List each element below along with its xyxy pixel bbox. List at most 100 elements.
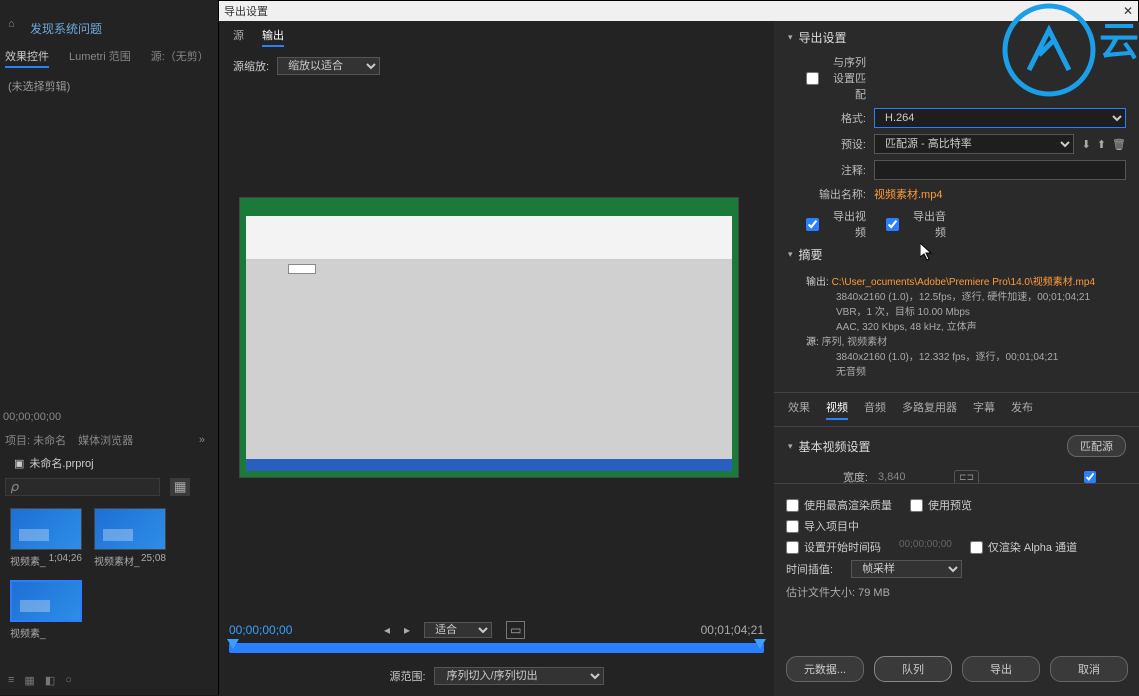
project-tab[interactable]: 项目: 未命名 (5, 432, 66, 448)
clip-duration: 25;08 (141, 553, 166, 568)
tab-output[interactable]: 输出 (262, 27, 284, 47)
media-browser-tab[interactable]: 媒体浏览器 (78, 432, 133, 448)
tab-source[interactable]: 源:（无剪） (151, 48, 209, 68)
delete-preset-icon[interactable]: 🗑 (1112, 138, 1126, 151)
icon-view-icon[interactable]: ▦ (24, 674, 34, 687)
timecode-duration: 00;01;04;21 (701, 623, 764, 637)
list-view-icon[interactable]: ≡ (8, 674, 14, 687)
scale-select[interactable]: 缩放以适合 (277, 57, 380, 75)
summary-header[interactable]: 摘要 (788, 246, 1126, 263)
comment-input[interactable] (874, 160, 1126, 180)
video-preview (239, 197, 739, 478)
tab-effect-controls[interactable]: 效果控件 (5, 48, 49, 68)
effect-tabs: 效果控件 Lumetri 范围 源:（无剪） (5, 48, 209, 68)
tab-multiplexer[interactable]: 多路复用器 (902, 399, 957, 420)
source-scaling-row: 源缩放: 缩放以适合 (219, 53, 774, 79)
new-bin-button[interactable]: ▦ (170, 478, 190, 496)
tab-video[interactable]: 视频 (826, 399, 848, 420)
excel-titlebar (246, 204, 732, 216)
max-quality-checkbox[interactable]: 使用最高渲染质量 (786, 497, 892, 513)
project-name: ▣ 未命名.prproj (14, 455, 94, 471)
settings-tabs: 效果 视频 音频 多路复用器 字幕 发布 (774, 392, 1139, 427)
export-audio-checkbox[interactable]: 导出音频 (886, 208, 946, 240)
project-tabs: 项目: 未命名 媒体浏览器 » (5, 432, 205, 448)
thumbnail-image (10, 508, 82, 550)
source-output-tabs: 源 输出 (219, 21, 774, 53)
preview-content (246, 204, 732, 471)
preset-select[interactable]: 匹配源 - 高比特率 (874, 134, 1074, 154)
preview-timeline[interactable] (229, 643, 764, 653)
source-range-row: 源范围: 序列切入/序列切出 (219, 667, 774, 685)
clip-name: 视频素_ (10, 625, 46, 640)
out-point-handle[interactable] (754, 639, 766, 649)
output-name-link[interactable]: 视频素材.mp4 (874, 186, 942, 202)
home-icon[interactable]: ⌂ (8, 18, 15, 30)
settings-panel: 导出设置 与序列设置匹配 格式: H.264 预设: 匹配源 - 高比特率 ⬇ … (774, 21, 1139, 696)
clip-name: 视频素_ (10, 553, 46, 568)
import-project-checkbox[interactable]: 导入项目中 (786, 518, 859, 534)
project-search-input[interactable] (5, 478, 160, 496)
format-select[interactable]: H.264 (874, 108, 1126, 128)
clip-thumb[interactable]: 视频素_1;04;26 (10, 508, 82, 568)
prev-frame-icon[interactable]: ◂ (384, 623, 390, 637)
zoom-slider[interactable]: ○ (65, 674, 72, 687)
cancel-button[interactable]: 取消 (1050, 656, 1128, 682)
alpha-only-checkbox[interactable]: 仅渲染 Alpha 通道 (970, 539, 1077, 555)
interp-label: 时间插值: (786, 561, 833, 577)
match-source-button[interactable]: 匹配源 (1067, 435, 1126, 457)
use-preview-checkbox[interactable]: 使用预览 (910, 497, 972, 513)
summary-block: 输出: C:\User_ocuments\Adobe\Premiere Pro\… (788, 271, 1126, 384)
fit-select[interactable]: 适合 (424, 622, 492, 638)
start-tc-value: 00;00;00;00 (899, 539, 952, 555)
project-items: 视频素_1;04;26 视频素材_25;08 视频素_ (10, 508, 190, 640)
range-select[interactable]: 序列切入/序列切出 (434, 667, 604, 685)
preview-panel: 源 输出 源缩放: 缩放以适合 00;00;00;00 ◂ ▸ 适合 ▭ 00;… (219, 21, 774, 696)
save-preset-icon[interactable]: ⬇ (1082, 138, 1091, 151)
top-link[interactable]: 发现系统问题 (30, 20, 102, 37)
thumbnail-image (94, 508, 166, 550)
export-button[interactable]: 导出 (962, 656, 1040, 682)
export-video-checkbox[interactable]: 导出视频 (806, 208, 866, 240)
basic-video-header[interactable]: 基本视频设置 匹配源 (788, 435, 1126, 457)
dialog-buttons: 元数据... 队列 导出 取消 (774, 656, 1139, 682)
windows-taskbar (246, 459, 732, 471)
tab-publish[interactable]: 发布 (1011, 399, 1033, 420)
aspect-icon[interactable]: ▭ (506, 621, 525, 639)
tab-audio[interactable]: 音频 (864, 399, 886, 420)
project-view-icons: ≡ ▦ ◧ ○ (8, 674, 72, 687)
metadata-button[interactable]: 元数据... (786, 656, 864, 682)
import-preset-icon[interactable]: ⬆ (1097, 138, 1106, 151)
play-icon[interactable]: ▸ (404, 623, 410, 637)
tab-lumetri[interactable]: Lumetri 范围 (69, 48, 131, 68)
range-label: 源范围: (389, 668, 425, 684)
width-value[interactable]: 3,840 (878, 471, 938, 483)
program-timecode: 00;00;00;00 (3, 411, 61, 423)
tab-effects[interactable]: 效果 (788, 399, 810, 420)
close-icon[interactable]: ✕ (1123, 4, 1133, 18)
bin-icon: ▣ (14, 457, 24, 470)
excel-cell (288, 264, 316, 274)
tab-source[interactable]: 源 (233, 27, 244, 47)
clip-thumb[interactable]: 视频素材_25;08 (94, 508, 166, 568)
width-match-checkbox[interactable] (1084, 471, 1096, 483)
in-point-handle[interactable] (227, 639, 239, 649)
set-start-tc-checkbox[interactable]: 设置开始时间码 (786, 539, 881, 555)
excel-ribbon (246, 216, 732, 260)
estimated-size: 估计文件大小: 79 MB (786, 584, 1128, 600)
clip-name: 视频素材_ (94, 553, 140, 568)
clip-thumb[interactable]: 视频素_ (10, 580, 82, 640)
outname-label: 输出名称: (806, 186, 866, 202)
timecode-current[interactable]: 00;00;00;00 (229, 623, 292, 637)
export-settings-header[interactable]: 导出设置 (788, 29, 1126, 46)
preset-label: 预设: (806, 136, 866, 152)
clip-duration: 1;04;26 (49, 553, 82, 568)
tab-captions[interactable]: 字幕 (973, 399, 995, 420)
thumbnail-image (10, 580, 82, 622)
freeform-view-icon[interactable]: ◧ (45, 674, 55, 687)
match-sequence-checkbox[interactable]: 与序列设置匹配 (806, 54, 866, 102)
dialog-titlebar: 导出设置 ✕ (219, 1, 1138, 21)
panel-menu-icon[interactable]: » (199, 434, 205, 446)
queue-button[interactable]: 队列 (874, 656, 952, 682)
preview-controls: 00;00;00;00 ◂ ▸ 适合 ▭ 00;01;04;21 (229, 621, 764, 639)
interp-select[interactable]: 帧采样 (851, 560, 962, 578)
